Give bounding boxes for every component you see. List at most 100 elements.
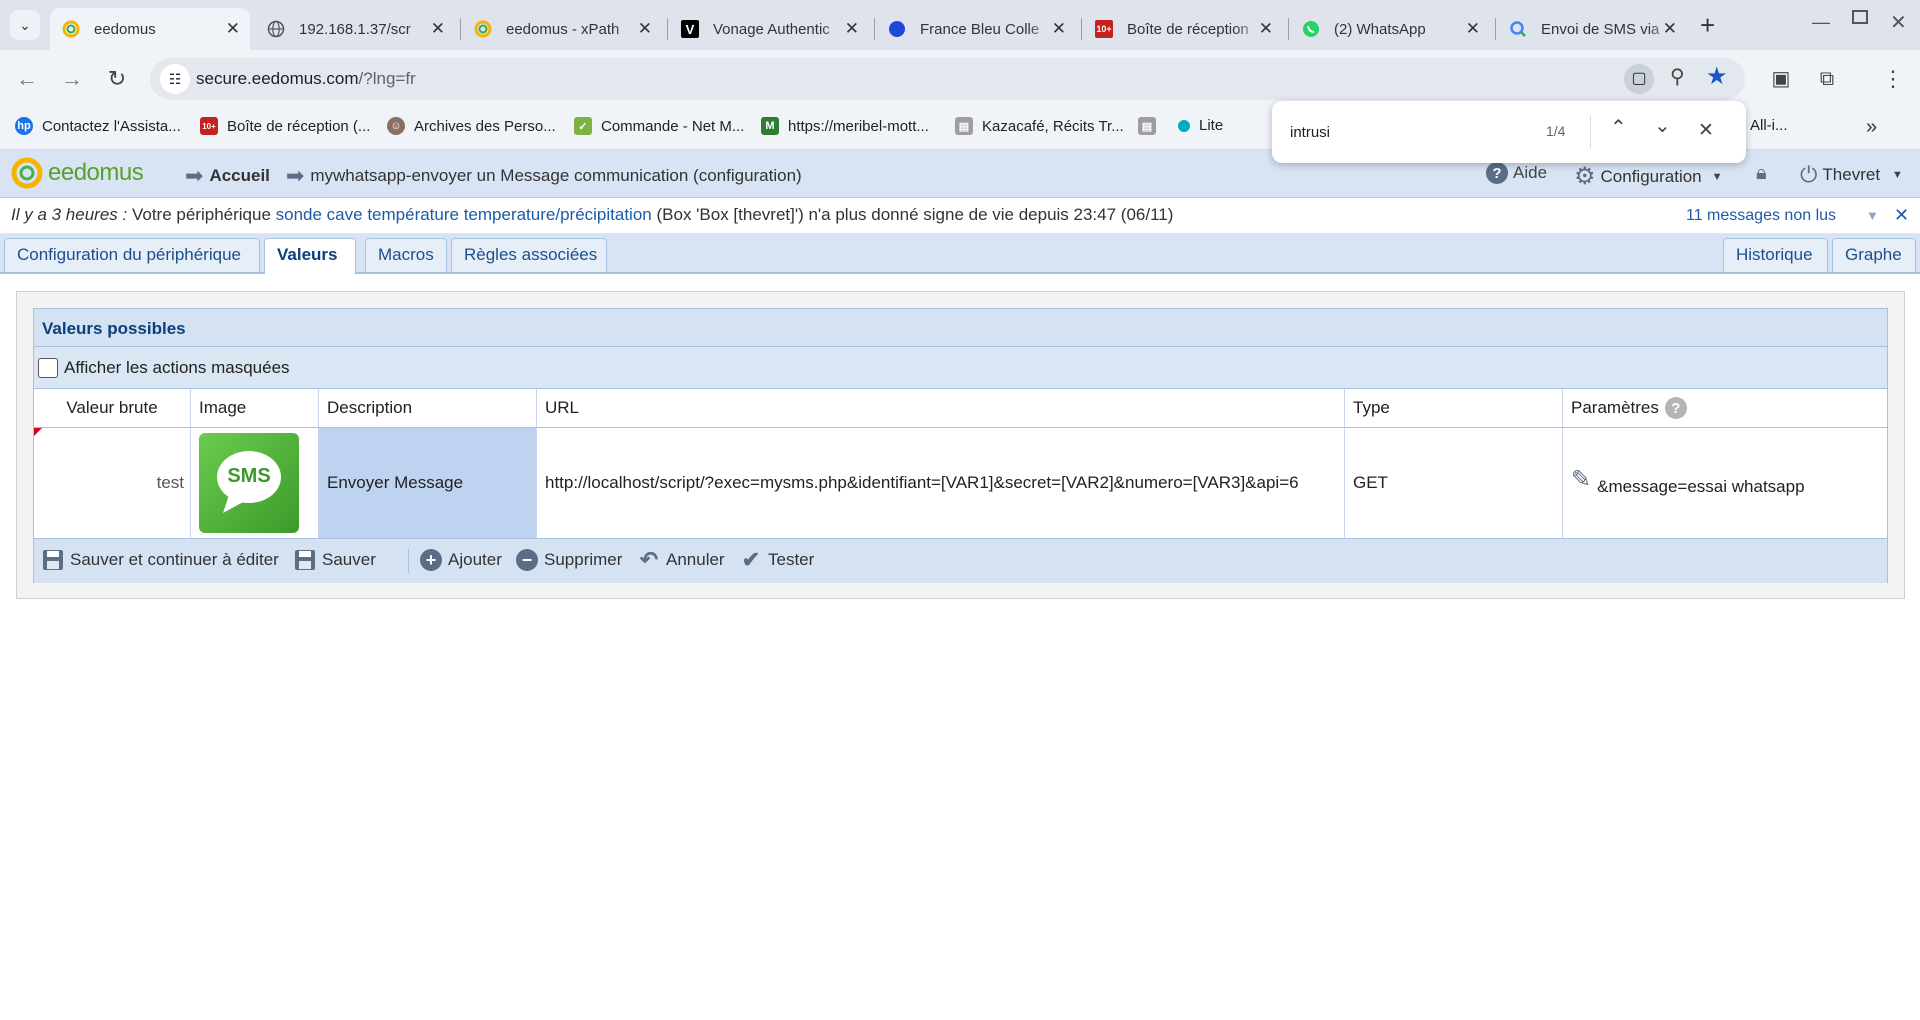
gear-icon: ⚙ [1574, 163, 1596, 190]
bookmark-item[interactable]: Lite [1178, 117, 1223, 134]
cell-description[interactable]: Envoyer Message [319, 428, 537, 538]
delete-button[interactable]: − Supprimer [516, 549, 622, 571]
save-icon [42, 549, 64, 571]
user-menu[interactable]: ⏻ Thevret ▼ [1800, 162, 1903, 188]
menu-icon[interactable]: ⋮ [1878, 64, 1908, 94]
close-tab-icon[interactable]: ✕ [226, 19, 240, 39]
tab-configuration[interactable]: Configuration du périphérique [4, 238, 260, 272]
bookmark-item[interactable]: hp Contactez l'Assista... [15, 117, 181, 135]
more-bookmarks-icon[interactable]: » [1866, 116, 1877, 139]
tab-historique[interactable]: Historique [1723, 238, 1828, 272]
breadcrumb-home[interactable]: Accueil [209, 166, 269, 186]
zoom-icon[interactable]: ⚲ [1670, 64, 1685, 89]
image-search-icon[interactable]: ▣ [1766, 64, 1796, 94]
find-count: 1/4 [1546, 123, 1566, 139]
add-button[interactable]: + Ajouter [420, 549, 502, 571]
cancel-button[interactable]: ↶ Annuler [638, 547, 725, 572]
find-close-icon[interactable]: ✕ [1698, 119, 1714, 142]
unread-messages-link[interactable]: 11 messages non lus [1686, 207, 1836, 225]
tab-eedomus[interactable]: eedomus ✕ [50, 8, 250, 50]
close-tab-icon[interactable]: ✕ [845, 19, 859, 39]
show-hidden-checkbox[interactable] [38, 358, 58, 378]
close-tab-icon[interactable]: ✕ [1466, 19, 1480, 39]
pencil-icon[interactable]: ✎ [1571, 465, 1591, 494]
help-button[interactable]: ? Aide [1486, 162, 1547, 184]
tab-france-bleu[interactable]: France Bleu Colle ✕ [876, 8, 1076, 50]
tab-macros[interactable]: Macros [365, 238, 447, 272]
bookmark-item[interactable]: ✓ Commande - Net M... [574, 117, 744, 135]
show-hidden-row: Afficher les actions masquées [34, 347, 1887, 389]
cell-params[interactable]: &message=essai whatsapp [1597, 477, 1804, 497]
address-bar[interactable]: ☷ secure.eedomus.com/?lng=fr ▢ ⚲ ★ [150, 58, 1745, 100]
browser-toolbar: ← → ↻ ☷ secure.eedomus.com/?lng=fr ▢ ⚲ ★… [0, 50, 1920, 108]
tab-whatsapp[interactable]: (2) WhatsApp ✕ [1290, 8, 1490, 50]
sms-icon[interactable]: SMS [199, 433, 299, 533]
cell-type[interactable]: GET [1345, 428, 1563, 538]
bookmark-item[interactable]: Mhttps://meribel-mott... [761, 117, 929, 135]
configuration-menu[interactable]: ⚙ Configuration ▼ [1574, 162, 1723, 191]
close-tab-icon[interactable]: ✕ [638, 19, 652, 39]
col-valeur-brute: Valeur brute [34, 389, 191, 427]
bookmark-star-icon[interactable]: ★ [1706, 62, 1728, 91]
minimize-icon[interactable]: — [1812, 12, 1830, 33]
back-icon[interactable]: ← [12, 64, 42, 94]
col-description: Description [319, 389, 537, 427]
tab-envoi-sms[interactable]: Envoi de SMS via ✕ [1497, 8, 1687, 50]
france-bleu-icon [888, 20, 906, 38]
find-in-page-icon[interactable]: ▢ [1624, 64, 1654, 94]
minus-circle-icon: − [516, 549, 538, 571]
bookmark-item[interactable]: ☺ Archives des Perso... [387, 117, 556, 135]
notif-device-link[interactable]: sonde cave température temperature/préci… [276, 205, 652, 224]
save-continue-button[interactable]: Sauver et continuer à éditer [42, 549, 279, 571]
tab-regles[interactable]: Règles associées [451, 238, 607, 272]
help-icon[interactable]: ? [1664, 397, 1687, 419]
tab-graphe[interactable]: Graphe [1832, 238, 1916, 272]
url-path: /?lng=fr [358, 69, 416, 88]
cart-icon: ✓ [574, 117, 592, 135]
close-tab-icon[interactable]: ✕ [1052, 19, 1066, 39]
tab-192-168[interactable]: 192.168.1.37/scr ✕ [255, 8, 455, 50]
forward-icon[interactable]: → [57, 64, 87, 94]
close-tab-icon[interactable]: ✕ [1259, 19, 1273, 39]
tab-mail[interactable]: 10+ Boîte de réception ✕ [1083, 8, 1283, 50]
find-next-icon[interactable]: ⌄ [1654, 113, 1671, 138]
tab-eedomus-xpath[interactable]: eedomus - xPath ✕ [462, 8, 662, 50]
tab-valeurs[interactable]: Valeurs [264, 238, 356, 274]
tab-vonage[interactable]: V Vonage Authentic ✕ [669, 8, 869, 50]
tab-search-button[interactable]: ⌄ [10, 10, 40, 40]
cell-url[interactable]: http://localhost/script/?exec=mysms.php&… [537, 428, 1345, 538]
restore-icon[interactable] [1852, 10, 1868, 24]
find-previous-icon[interactable]: ⌃ [1610, 115, 1627, 140]
bookmark-item[interactable]: ▤ [1138, 117, 1165, 135]
find-input[interactable] [1290, 119, 1470, 145]
cell-raw-value[interactable]: test [34, 428, 191, 538]
mail-icon: 10+ [200, 117, 218, 135]
test-button[interactable]: ✔ Tester [740, 547, 815, 572]
close-notif-icon[interactable]: ✕ [1894, 205, 1909, 226]
close-tab-icon[interactable]: ✕ [431, 19, 445, 39]
save-button[interactable]: Sauver [294, 549, 376, 571]
eedomus-icon [62, 20, 80, 38]
notification-bar: Il y a 3 heures : Votre périphérique son… [0, 198, 1920, 234]
eedomus-logo[interactable]: eedomus [10, 156, 144, 190]
page-icon: ▤ [1138, 117, 1156, 135]
expand-notif-icon[interactable]: ▼ [1866, 208, 1879, 223]
url-host: secure.eedomus.com [196, 69, 359, 88]
close-window-icon[interactable]: ✕ [1890, 10, 1907, 35]
reload-icon[interactable]: ↻ [102, 64, 132, 94]
lock-icon[interactable]: 🔒︎ [1756, 162, 1767, 185]
col-url: URL [537, 389, 1345, 427]
close-tab-icon[interactable]: ✕ [1663, 19, 1677, 39]
new-tab-icon[interactable]: + [1700, 10, 1715, 41]
bookmark-item[interactable]: ▤ Kazacafé, Récits Tr... [955, 117, 1124, 135]
mail-icon: 10+ [1095, 20, 1113, 38]
bookmark-item[interactable]: All-i... [1750, 117, 1788, 134]
bookmark-item[interactable]: 10+ Boîte de réception (... [200, 117, 370, 135]
whatsapp-icon [1302, 20, 1320, 38]
table-row[interactable]: test SMS Envoyer Message http://localhos… [34, 428, 1887, 539]
site-info-icon[interactable]: ☷ [160, 64, 190, 94]
plus-circle-icon: + [420, 549, 442, 571]
show-hidden-label[interactable]: Afficher les actions masquées [64, 358, 290, 378]
extensions-icon[interactable]: ⧉ [1812, 64, 1842, 94]
undo-icon: ↶ [639, 547, 659, 572]
